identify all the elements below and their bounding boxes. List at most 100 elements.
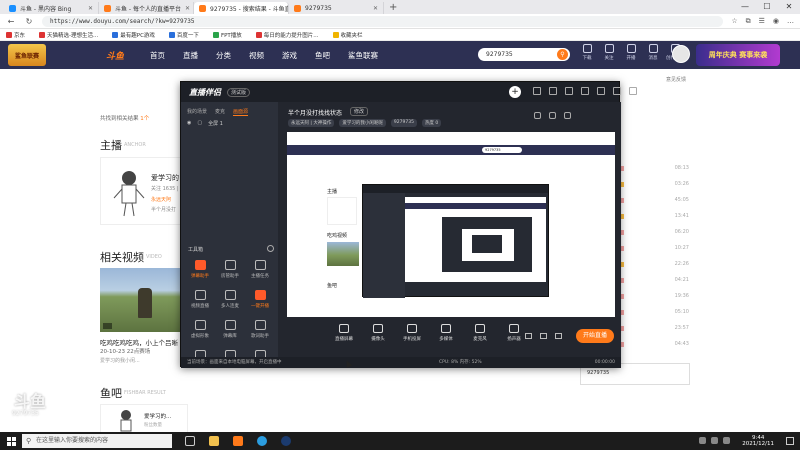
screen-capture-button[interactable]: 直播屏幕 <box>330 324 358 342</box>
edge-button[interactable] <box>252 432 272 450</box>
volume-icon[interactable] <box>711 437 718 444</box>
tool-danmu-lib[interactable]: 弹幕库 <box>215 320 245 339</box>
notice-icon[interactable] <box>534 112 541 119</box>
tool-multi-link[interactable]: 多人连麦 <box>215 290 245 309</box>
list-item[interactable]: 22:26 <box>619 256 689 272</box>
feedback-link[interactable]: 意见反馈 <box>666 76 686 83</box>
site-logo[interactable]: 斗鱼 <box>106 49 124 62</box>
list-item[interactable]: 23:57 <box>619 320 689 336</box>
category-tag[interactable]: 永远天阿 | 大神操作 <box>288 119 335 127</box>
phone-cast-button[interactable]: 手机投屏 <box>398 324 426 342</box>
browser-tab-3[interactable]: 9279735 - 搜索结果 - 斗鱼直播✕ <box>194 2 289 14</box>
start-button[interactable] <box>0 432 22 450</box>
close-tab-icon[interactable]: ✕ <box>185 5 190 12</box>
tool-danmu[interactable]: 弹幕助手 <box>185 260 215 279</box>
tab-sources[interactable]: 画面源 <box>233 108 249 116</box>
nav-video[interactable]: 视频 <box>249 50 264 61</box>
steam-button[interactable] <box>276 432 296 450</box>
new-tab-button[interactable]: + <box>389 2 397 14</box>
list-item[interactable]: 05:10 <box>619 304 689 320</box>
stream-preview[interactable]: 9279735 主播 吃鸡视频 鱼吧 <box>287 132 615 317</box>
eye-icon[interactable]: ◉ <box>187 120 191 127</box>
start-live-button[interactable]: 开始直播 <box>576 329 614 343</box>
skin-icon[interactable] <box>549 87 557 95</box>
nav-home[interactable]: 首页 <box>150 50 165 61</box>
list-item[interactable]: 13:41 <box>619 208 689 224</box>
gift-icon[interactable] <box>549 112 556 119</box>
tool-avatar[interactable]: 虚拟形象 <box>185 320 215 339</box>
minimize-icon[interactable] <box>597 87 605 95</box>
network-icon[interactable] <box>699 437 706 444</box>
nav-category[interactable]: 分类 <box>216 50 231 61</box>
close-icon[interactable] <box>629 87 637 95</box>
promo-banner[interactable]: 周年庆典 赛事来袭 <box>696 44 780 66</box>
lock-icon[interactable]: ▢ <box>197 120 202 127</box>
taskbar-search[interactable]: 在这里输入你要搜索的内容 <box>22 434 172 448</box>
extensions-icon[interactable]: ⧉ <box>746 17 751 26</box>
live-companion-taskbar[interactable] <box>228 432 248 450</box>
tab-mic[interactable]: 麦克 <box>215 108 225 116</box>
download-button[interactable]: 下载 <box>580 44 594 61</box>
bookmark-item[interactable]: 天猫精选-理想生活... <box>39 31 98 39</box>
list-item[interactable]: 03:26 <box>619 176 689 192</box>
bookmark-item[interactable]: FPT播放 <box>212 31 242 39</box>
camera-button[interactable]: 摄像头 <box>364 324 392 342</box>
share-icon[interactable] <box>564 112 571 119</box>
list-item[interactable]: 10:27 <box>619 240 689 256</box>
list-item[interactable]: 08:13 <box>619 160 689 176</box>
maximize-icon[interactable] <box>613 87 621 95</box>
more-menu-icon[interactable]: … <box>787 17 794 26</box>
message-icon[interactable] <box>565 87 573 95</box>
anchor-name[interactable]: 爱学习的 <box>151 173 179 183</box>
file-explorer-button[interactable] <box>204 432 224 450</box>
nav-game[interactable]: 游戏 <box>282 50 297 61</box>
bookmark-folder[interactable]: 收藏夹栏 <box>332 31 363 39</box>
nav-live[interactable]: 直播 <box>183 50 198 61</box>
list-item[interactable]: 06:20 <box>619 224 689 240</box>
site-search-input[interactable]: 9279735 ⚲ <box>478 48 570 61</box>
video-title[interactable]: 吃鸡吃鸡吃鸡，小上个吕晰 <box>100 337 178 347</box>
minimize-icon[interactable]: — <box>734 0 756 14</box>
user-avatar[interactable] <box>672 45 690 63</box>
browser-tab-1[interactable]: 斗鱼 - 黑内容 Bing ✕ <box>4 2 99 14</box>
list-item[interactable]: 19:36 <box>619 288 689 304</box>
notification-icon[interactable] <box>786 437 794 445</box>
system-clock[interactable]: 9:44 2021/12/11 <box>742 435 774 447</box>
bookmark-item[interactable]: 百度一下 <box>168 31 199 39</box>
scene-item[interactable]: ◉ ▢ 全屏 1 <box>181 120 278 127</box>
nav-league[interactable]: 鲨鱼联赛 <box>348 50 378 61</box>
league-badge[interactable]: 鲨鱼联赛 <box>8 44 46 66</box>
nav-fishbar[interactable]: 鱼吧 <box>315 50 330 61</box>
tool-task[interactable]: 主播任务 <box>245 260 275 279</box>
gear-icon[interactable] <box>555 333 562 339</box>
anchor-room[interactable]: 永远天阿 <box>151 196 171 203</box>
collections-icon[interactable]: ☰ <box>759 17 765 26</box>
record-icon[interactable] <box>525 333 532 339</box>
media-button[interactable]: 多媒体 <box>432 324 460 342</box>
fishbar-name[interactable]: 爱学习的... <box>144 412 171 420</box>
microphone-button[interactable]: 麦克风 <box>466 324 494 342</box>
tool-lyrics[interactable]: 歌词助手 <box>245 320 275 339</box>
browser-tab-2[interactable]: 斗鱼 - 每个人的直播平台 ✕ <box>99 2 194 14</box>
start-live-button[interactable]: 开播 <box>624 44 638 61</box>
search-icon[interactable]: ⚲ <box>557 49 568 60</box>
follow-button[interactable]: 关注 <box>602 44 616 61</box>
maximize-icon[interactable]: ☐ <box>756 0 778 14</box>
video-thumbnail[interactable] <box>100 268 192 332</box>
message-button[interactable]: 消息 <box>646 44 660 61</box>
toolbox-more-icon[interactable] <box>267 245 274 252</box>
bookmark-item[interactable]: 每日的能力提升图片... <box>255 31 319 39</box>
edit-title-button[interactable]: 修改 <box>350 107 369 116</box>
close-tab-icon[interactable]: ✕ <box>88 5 93 12</box>
menu-icon[interactable] <box>581 87 589 95</box>
tool-quick-live[interactable]: 一键开播 <box>245 290 275 309</box>
close-window-icon[interactable]: ✕ <box>778 0 800 14</box>
browser-tab-4[interactable]: 9279735 ✕ <box>289 2 384 14</box>
ime-icon[interactable] <box>723 437 730 444</box>
list-item[interactable]: 04:21 <box>619 272 689 288</box>
list-item[interactable]: 04:43 <box>619 336 689 352</box>
settings-icon[interactable] <box>533 87 541 95</box>
profile-icon[interactable]: ◉ <box>773 17 779 26</box>
tool-video-live[interactable]: 视频直播 <box>185 290 215 309</box>
favorite-star-icon[interactable]: ☆ <box>731 17 737 26</box>
